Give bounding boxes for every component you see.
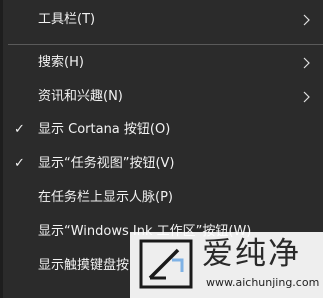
chevron-right-icon — [303, 4, 313, 36]
menu-item-search[interactable]: 搜索(H) — [0, 47, 323, 79]
menu-item-label: 显示“任务视图”按钮(V) — [38, 156, 175, 171]
menu-item-label: 搜索(H) — [38, 55, 84, 70]
watermark-title: 爱纯净 — [202, 236, 301, 272]
menu-separator — [8, 44, 323, 45]
menu-item-label: 资讯和兴趣(N) — [38, 89, 123, 104]
chevron-right-icon — [303, 81, 313, 113]
watermark-url: www.aichunjing.com — [206, 276, 320, 289]
menu-item-show-cortana-button[interactable]: ✓ 显示 Cortana 按钮(O) — [0, 114, 323, 146]
taskbar-context-menu: 工具栏(T) 搜索(H) 资讯和兴趣(N) ✓ 显示 Cortana 按钮(O)… — [0, 0, 323, 298]
checkmark-icon: ✓ — [14, 156, 25, 171]
menu-item-show-task-view-button[interactable]: ✓ 显示“任务视图”按钮(V) — [0, 148, 323, 180]
chevron-right-icon — [303, 47, 313, 79]
menu-item-toolbars[interactable]: 工具栏(T) — [0, 4, 323, 36]
menu-item-label: 显示 Cortana 按钮(O) — [38, 122, 171, 137]
checkmark-icon: ✓ — [14, 122, 25, 137]
brand-logo-icon — [139, 239, 193, 289]
menu-item-show-people[interactable]: 在任务栏上显示人脉(P) — [0, 182, 323, 214]
menu-item-label: 工具栏(T) — [38, 12, 96, 27]
watermark: 爱纯净 www.aichunjing.com — [130, 232, 323, 298]
menu-item-label: 显示触摸键盘按 — [38, 258, 130, 273]
menu-item-news-interests[interactable]: 资讯和兴趣(N) — [0, 81, 323, 113]
menu-item-label: 在任务栏上显示人脉(P) — [38, 190, 173, 205]
